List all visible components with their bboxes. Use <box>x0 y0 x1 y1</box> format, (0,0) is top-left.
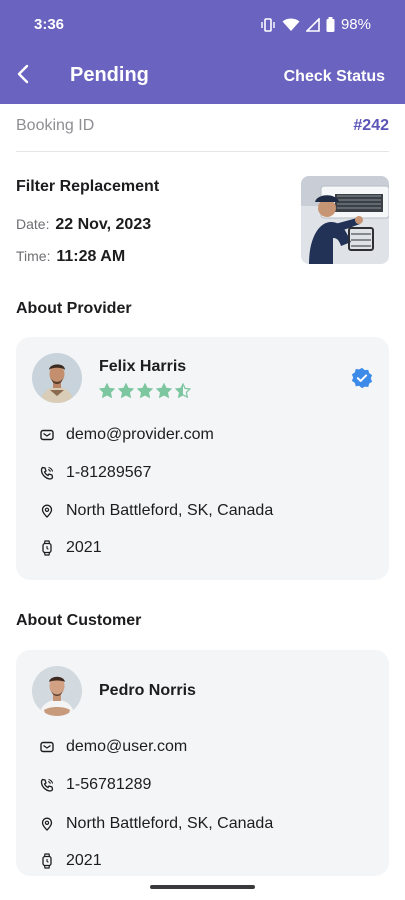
customer-avatar <box>32 666 82 716</box>
watch-icon <box>40 540 54 556</box>
date-value: 22 Nov, 2023 <box>55 216 152 233</box>
provider-name: Felix Harris <box>99 358 187 375</box>
service-image[interactable] <box>301 176 389 264</box>
vibrate-icon <box>261 17 275 32</box>
status-bar: 3:36 98% <box>34 16 371 36</box>
provider-phone: 1-81289567 <box>66 464 152 481</box>
service-name: Filter Replacement <box>16 178 160 195</box>
time-value: 11:28 AM <box>56 248 126 265</box>
provider-address-row[interactable]: North Battleford, SK, Canada <box>40 500 273 522</box>
status-icons: 98% <box>260 16 371 33</box>
customer-since-row: 2021 <box>40 850 102 872</box>
check-status-button[interactable]: Check Status <box>284 68 385 86</box>
provider-phone-row[interactable]: 1-81289567 <box>40 462 151 484</box>
star-full-icon <box>156 383 172 399</box>
about-customer-title: About Customer <box>16 612 142 629</box>
provider-email: demo@provider.com <box>66 426 214 443</box>
customer-card[interactable]: Pedro Norris demo@user.com 1-56781289 No… <box>16 650 389 876</box>
customer-name: Pedro Norris <box>99 682 196 699</box>
provider-card[interactable]: Felix Harris demo@provider.com 1-8128956… <box>16 337 389 580</box>
star-full-icon <box>99 383 115 399</box>
back-arrow-icon[interactable] <box>12 62 36 86</box>
signal-icon <box>305 17 320 32</box>
battery-icon <box>326 17 335 32</box>
provider-address: North Battleford, SK, Canada <box>66 502 274 519</box>
customer-address-row[interactable]: North Battleford, SK, Canada <box>40 813 273 835</box>
wifi-icon <box>282 18 300 31</box>
phone-icon <box>40 466 54 480</box>
customer-phone-row[interactable]: 1-56781289 <box>40 774 151 796</box>
booking-id-label: Booking ID <box>16 117 95 134</box>
phone-icon <box>40 778 54 792</box>
booking-id-row: Booking ID #242 <box>16 104 389 152</box>
date-row: Date: 22 Nov, 2023 <box>16 216 151 234</box>
status-time: 3:36 <box>34 16 65 33</box>
provider-since: 2021 <box>66 539 102 556</box>
time-row: Time: 11:28 AM <box>16 248 125 266</box>
provider-avatar <box>32 353 82 403</box>
provider-since-row: 2021 <box>40 537 102 559</box>
mail-icon <box>40 428 54 442</box>
verified-badge-icon <box>351 367 373 389</box>
watch-icon <box>40 853 54 869</box>
page-title: Pending <box>70 64 149 86</box>
star-full-icon <box>137 383 153 399</box>
customer-email-row[interactable]: demo@user.com <box>40 736 187 758</box>
booking-id-value: #242 <box>353 117 389 134</box>
about-provider-title: About Provider <box>16 300 132 317</box>
battery-percent: 98% <box>340 16 371 33</box>
provider-rating <box>99 383 191 399</box>
customer-email: demo@user.com <box>66 738 188 755</box>
location-pin-icon <box>40 504 54 518</box>
star-half-icon <box>175 383 191 399</box>
customer-since: 2021 <box>66 852 102 869</box>
app-bar: Pending Check Status <box>0 58 405 98</box>
location-pin-icon <box>40 817 54 831</box>
customer-phone: 1-56781289 <box>66 776 152 793</box>
provider-email-row[interactable]: demo@provider.com <box>40 424 214 446</box>
mail-icon <box>40 740 54 754</box>
customer-address: North Battleford, SK, Canada <box>66 815 274 832</box>
date-label: Date: <box>16 216 50 232</box>
star-full-icon <box>118 383 134 399</box>
top-bar: 3:36 98% Pending Check Status <box>0 0 405 104</box>
time-label: Time: <box>16 248 51 264</box>
service-summary: Filter Replacement Date: 22 Nov, 2023 Ti… <box>16 170 389 270</box>
home-indicator[interactable] <box>150 885 255 889</box>
